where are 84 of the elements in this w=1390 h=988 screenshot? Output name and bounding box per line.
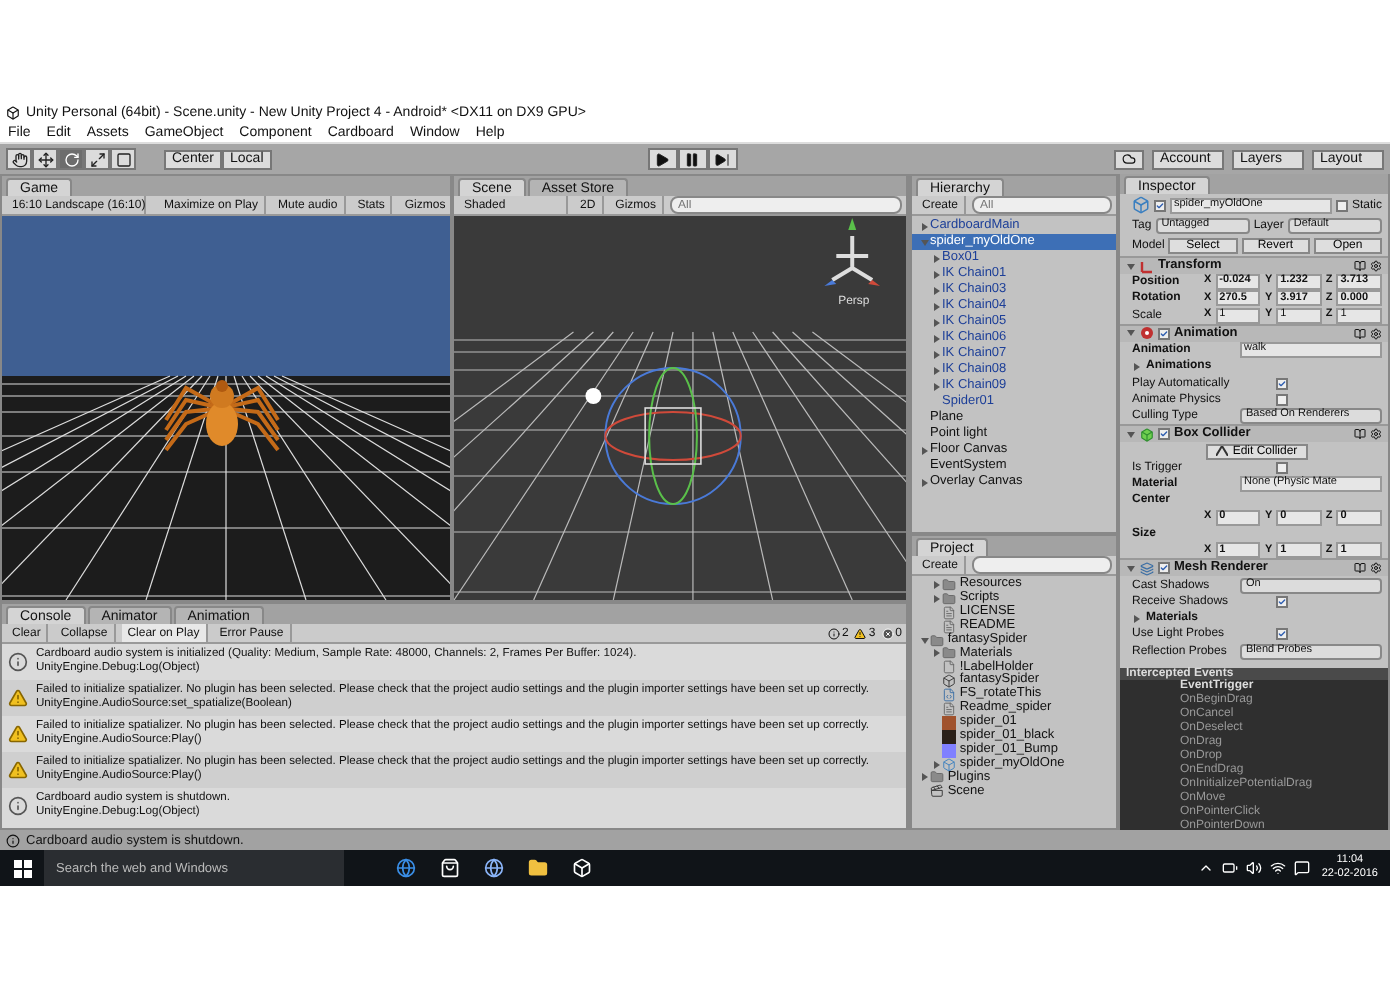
cube-icon [942,674,956,689]
play-icon [654,151,671,167]
caret-down-icon[interactable] [919,635,929,645]
cube-icon [6,105,20,119]
cube-icon [1132,196,1150,214]
spider-drawing [164,380,280,452]
step-forward-icon [714,151,731,167]
chevron-up-icon [1197,860,1214,876]
notification-icon [1293,860,1310,876]
tool-button[interactable] [32,148,58,170]
tool-button[interactable] [6,148,32,170]
speaker-icon [1245,860,1262,876]
settings-icon [1370,260,1382,272]
globe-icon [484,858,504,878]
checkbox[interactable] [1276,377,1288,390]
settings-icon [1370,428,1382,441]
checkbox[interactable] [1335,199,1348,211]
checkbox[interactable] [1158,562,1170,575]
caret-down-icon[interactable] [1126,261,1136,271]
info-icon [8,796,28,816]
script-icon [942,688,956,703]
pause-icon [684,151,701,167]
caret-right-icon[interactable] [1132,361,1142,372]
orientation-gizmo-icon [824,218,881,286]
help-book-icon [1354,428,1366,441]
warning-icon [8,724,28,744]
file-icon [942,660,956,675]
checkbox[interactable] [1276,628,1288,641]
warning-icon [854,627,867,639]
caret-right-icon[interactable] [931,648,941,659]
tool-button[interactable] [84,148,110,170]
checkbox[interactable] [1158,428,1170,441]
scene-icon [930,784,944,799]
warning-icon [8,688,28,708]
info-icon [827,627,840,639]
wifi-icon [1269,860,1286,876]
globe-icon [396,858,416,878]
caret-down-icon[interactable] [1126,328,1136,339]
cube-icon [1140,427,1154,442]
shopping-bag-icon [440,858,460,878]
playback-button[interactable] [707,148,738,170]
caret-right-icon[interactable] [919,445,929,455]
search-field[interactable] [972,556,1112,574]
error-icon [881,627,894,639]
checkbox[interactable] [1154,199,1166,211]
checkbox[interactable] [1158,327,1170,340]
checkbox[interactable] [1276,595,1288,608]
settings-icon [1370,327,1382,340]
checkbox[interactable] [1276,393,1288,406]
wireframe-sphere-drawing [604,367,742,505]
cube-icon [942,757,956,772]
warning-icon [8,760,28,780]
help-book-icon [1354,260,1366,272]
rotate-icon [63,151,79,167]
checkbox[interactable] [1276,461,1288,474]
record-circle-icon [1140,326,1154,341]
cloud-icon [1122,152,1136,166]
caret-right-icon[interactable] [919,477,929,487]
rectangle-icon [115,151,131,167]
axes-icon [1140,259,1154,273]
help-book-icon [1354,562,1366,575]
cloud-button[interactable] [1114,149,1144,169]
tool-button[interactable] [110,148,136,170]
hand-icon [11,151,27,167]
scale-arrows-icon [89,151,105,167]
playback-button[interactable] [677,148,708,170]
caret-down-icon[interactable] [1126,563,1136,574]
help-book-icon [1354,327,1366,340]
polyline-icon [1216,446,1229,457]
cube-icon [572,858,592,878]
document-icon [942,701,956,716]
battery-icon [1221,860,1238,876]
layers-icon [1140,561,1154,576]
folder-icon [930,770,944,785]
tool-button[interactable] [58,148,84,170]
playback-button[interactable] [647,148,678,170]
settings-icon [1370,562,1382,575]
light-icon [585,388,602,404]
move-arrows-icon [37,151,53,167]
caret-down-icon[interactable] [1126,429,1136,440]
caret-right-icon[interactable] [1132,613,1142,624]
folder-icon [528,858,548,878]
info-icon [8,652,28,672]
windows-logo-icon [13,859,31,877]
